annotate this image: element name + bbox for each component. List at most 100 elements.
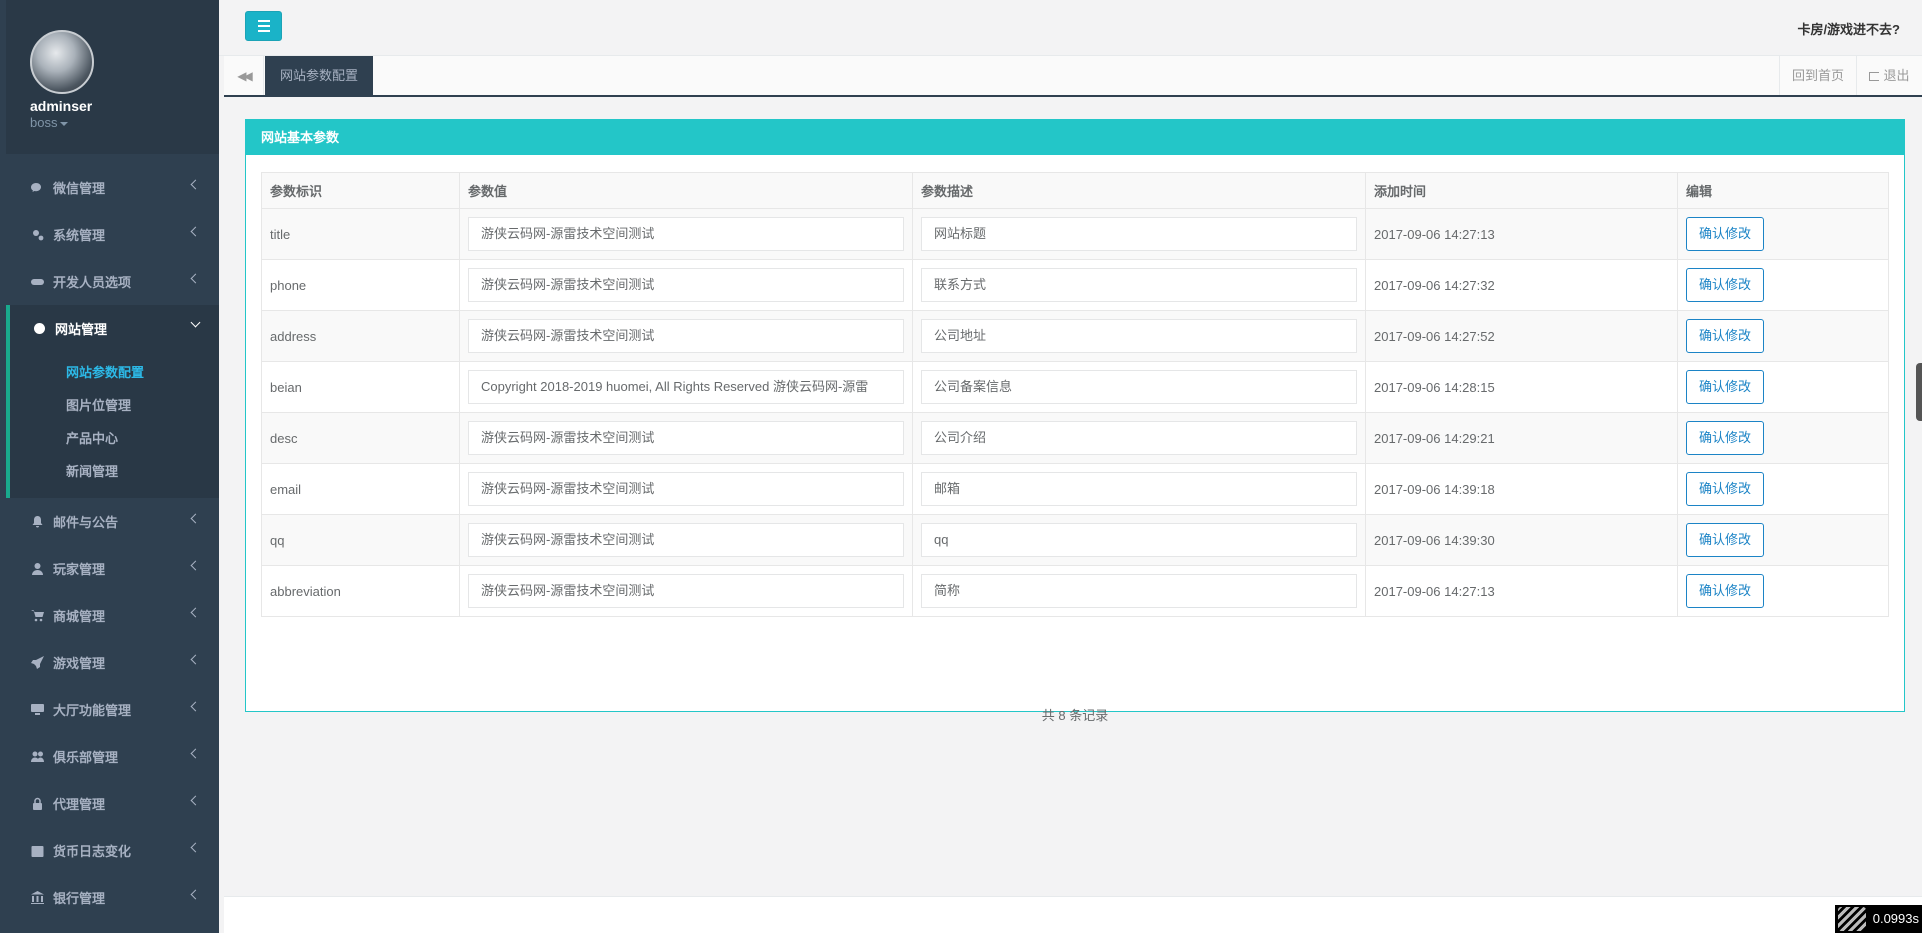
param-value-input[interactable]: 游侠云码网-源雷技术空间测试 — [468, 472, 904, 506]
tab-site-params[interactable]: 网站参数配置 — [265, 56, 374, 95]
menu-toggle-button[interactable] — [245, 11, 282, 41]
sidebar-item-1[interactable]: 系统管理 — [6, 211, 219, 258]
param-time: 2017-09-06 14:39:30 — [1365, 514, 1678, 566]
param-desc-cell: 联系方式 — [912, 259, 1366, 311]
chevron-left-icon — [190, 654, 201, 665]
param-edit-cell: 确认修改 — [1677, 208, 1889, 260]
sidebar-item-12[interactable]: 银行管理 — [6, 874, 219, 921]
chevron-left-icon — [190, 701, 201, 712]
param-time: 2017-09-06 14:28:15 — [1365, 361, 1678, 413]
param-key: qq — [261, 514, 460, 566]
submenu-item-3[interactable]: 新闻管理 — [10, 455, 219, 488]
param-desc-input[interactable]: 公司备案信息 — [921, 370, 1357, 404]
user-role: boss — [30, 115, 58, 130]
param-edit-cell: 确认修改 — [1677, 361, 1889, 413]
side-scroll-tab[interactable] — [1916, 363, 1922, 421]
submenu-item-1[interactable]: 图片位管理 — [10, 389, 219, 422]
table-row: email 游侠云码网-源雷技术空间测试 邮箱 2017-09-06 14:39:18… — [261, 463, 1889, 515]
param-edit-cell: 确认修改 — [1677, 412, 1889, 464]
sidebar-item-11[interactable]: 货币日志变化 — [6, 827, 219, 874]
confirm-edit-button[interactable]: 确认修改 — [1686, 268, 1765, 302]
submenu-item-2[interactable]: 产品中心 — [10, 422, 219, 455]
confirm-edit-button[interactable]: 确认修改 — [1686, 217, 1765, 251]
column-header-key: 参数标识 — [261, 172, 460, 209]
param-desc-cell: 简称 — [912, 565, 1366, 617]
sidebar-item-3[interactable]: 网站管理 — [6, 305, 219, 352]
param-value-input[interactable]: 游侠云码网-源雷技术空间测试 — [468, 421, 904, 455]
table-row: address 游侠云码网-源雷技术空间测试 公司地址 2017-09-06 14:2… — [261, 310, 1889, 362]
param-desc-input[interactable]: 联系方式 — [921, 268, 1357, 302]
avatar[interactable] — [30, 30, 94, 94]
confirm-edit-button[interactable]: 确认修改 — [1686, 523, 1765, 557]
chevron-left-icon — [190, 179, 201, 190]
param-desc-input[interactable]: 公司介绍 — [921, 421, 1357, 455]
param-value-input[interactable]: 游侠云码网-源雷技术空间测试 — [468, 319, 904, 353]
sidebar-item-2[interactable]: 开发人员选项 — [6, 258, 219, 305]
confirm-edit-button[interactable]: 确认修改 — [1686, 370, 1765, 404]
param-time: 2017-09-06 14:27:13 — [1365, 208, 1678, 260]
user-role-dropdown[interactable]: boss — [30, 115, 69, 130]
param-time: 2017-09-06 14:29:21 — [1365, 412, 1678, 464]
param-value-cell: 游侠云码网-源雷技术空间测试 — [459, 412, 913, 464]
param-desc-input[interactable]: 简称 — [921, 574, 1357, 608]
chevron-left-icon — [190, 273, 201, 284]
debug-logo-icon — [1837, 907, 1866, 931]
param-desc-cell: 邮箱 — [912, 463, 1366, 515]
sidebar-item-7[interactable]: 游戏管理 — [6, 639, 219, 686]
sidebar: adminser boss 微信管理 系统管理 开发人员选项 网站管理 网站参数配置 图片… — [0, 0, 219, 933]
sidebar-item-6[interactable]: 商城管理 — [6, 592, 219, 639]
wechat-icon — [30, 181, 44, 195]
confirm-edit-button[interactable]: 确认修改 — [1686, 319, 1765, 353]
sidebar-item-0[interactable]: 微信管理 — [6, 164, 219, 211]
param-edit-cell: 确认修改 — [1677, 514, 1889, 566]
param-desc-cell: 公司介绍 — [912, 412, 1366, 464]
param-value-input[interactable]: 游侠云码网-源雷技术空间测试 — [468, 217, 904, 251]
param-value-cell: Copyright 2018-2019 huomei, All Rights R… — [459, 361, 913, 413]
help-link[interactable]: 卡房/游戏进不去? — [1797, 19, 1900, 38]
param-time: 2017-09-06 14:27:52 — [1365, 310, 1678, 362]
sidebar-submenu: 网站参数配置 图片位管理 产品中心 新闻管理 — [6, 352, 219, 498]
sidebar-item-4[interactable]: 邮件与公告 — [6, 498, 219, 545]
param-edit-cell: 确认修改 — [1677, 463, 1889, 515]
confirm-edit-button[interactable]: 确认修改 — [1686, 574, 1765, 608]
confirm-edit-button[interactable]: 确认修改 — [1686, 472, 1765, 506]
param-desc-input[interactable]: qq — [921, 523, 1357, 557]
sidebar-item-label: 邮件与公告 — [53, 515, 119, 530]
param-value-cell: 游侠云码网-源雷技术空间测试 — [459, 514, 913, 566]
submenu-item-0[interactable]: 网站参数配置 — [10, 356, 219, 389]
param-edit-cell: 确认修改 — [1677, 310, 1889, 362]
chevron-left-icon — [190, 226, 201, 237]
confirm-edit-button[interactable]: 确认修改 — [1686, 421, 1765, 455]
debug-timer[interactable]: 0.0993s — [1834, 905, 1922, 933]
chevron-left-icon — [190, 560, 201, 571]
sidebar-item-10[interactable]: 代理管理 — [6, 780, 219, 827]
back-home-button[interactable]: 回到首页 — [1778, 56, 1856, 95]
param-value-input[interactable]: 游侠云码网-源雷技术空间测试 — [468, 268, 904, 302]
param-value-input[interactable]: 游侠云码网-源雷技术空间测试 — [468, 523, 904, 557]
tab-scroll-left-button[interactable]: ◀◀ — [224, 56, 264, 95]
sidebar-item-9[interactable]: 俱乐部管理 — [6, 733, 219, 780]
param-value-input[interactable]: Copyright 2018-2019 huomei, All Rights R… — [468, 370, 904, 404]
logout-button[interactable]: 退出 — [1856, 56, 1922, 95]
sign-out-icon — [1869, 72, 1880, 81]
params-table: 参数标识 参数值 参数描述 添加时间 编辑 title 游侠云码网-源雷技术空间测… — [261, 172, 1889, 617]
param-desc-input[interactable]: 公司地址 — [921, 319, 1357, 353]
bank-icon — [30, 891, 44, 905]
chevron-left-icon — [190, 513, 201, 524]
param-desc-input[interactable]: 邮箱 — [921, 472, 1357, 506]
column-header-edit: 编辑 — [1677, 172, 1889, 209]
sidebar-item-5[interactable]: 玩家管理 — [6, 545, 219, 592]
chevron-down-icon — [190, 317, 201, 328]
sidebar-item-label: 玩家管理 — [53, 562, 106, 577]
param-value-input[interactable]: 游侠云码网-源雷技术空间测试 — [468, 574, 904, 608]
param-key: title — [261, 208, 460, 260]
gamepad-icon — [30, 275, 44, 289]
ie-icon — [32, 322, 46, 336]
param-time: 2017-09-06 14:27:13 — [1365, 565, 1678, 617]
column-header-desc: 参数描述 — [912, 172, 1366, 209]
sidebar-item-label: 俱乐部管理 — [53, 750, 119, 765]
sidebar-item-label: 开发人员选项 — [53, 275, 132, 290]
sidebar-item-8[interactable]: 大厅功能管理 — [6, 686, 219, 733]
param-desc-input[interactable]: 网站标题 — [921, 217, 1357, 251]
param-desc-cell: 网站标题 — [912, 208, 1366, 260]
